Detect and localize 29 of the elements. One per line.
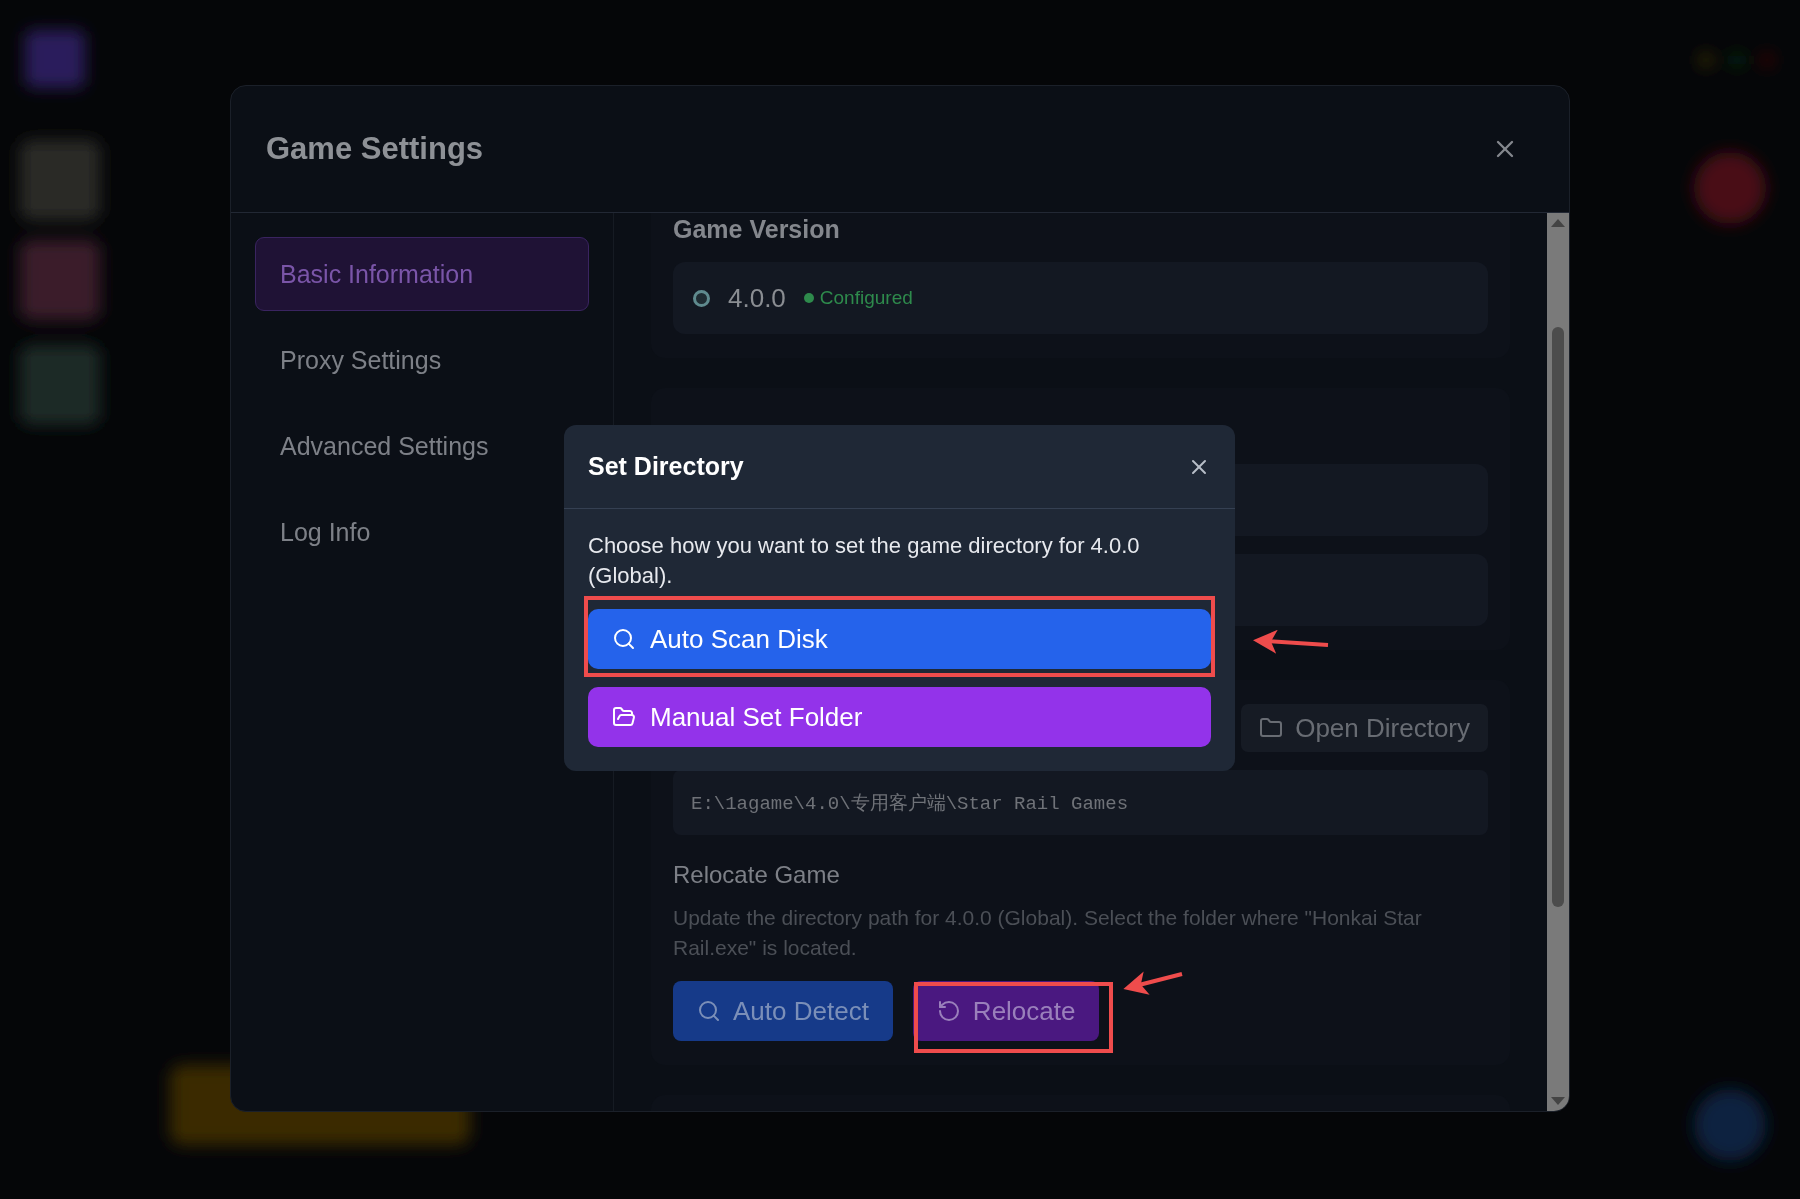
sidebar-item[interactable]: Proxy Settings	[255, 323, 589, 397]
auto-detect-button[interactable]: Auto Detect	[673, 981, 893, 1041]
description-text: Update the directory path for 4.0.0 (Global). Select the folder where "Honkai Star Rail.exe" is located.	[673, 905, 1423, 961]
folder-icon	[1259, 716, 1284, 740]
search-icon	[612, 627, 636, 651]
sidebar-item[interactable]: Basic Information	[255, 237, 589, 311]
dialog-message: Choose how you want to set the game directory for 4.0.0 (Global).	[588, 532, 1141, 590]
folder-icon	[612, 705, 636, 729]
dialog-title: Game Settings	[266, 131, 484, 167]
dialog-title: Set Directory	[588, 452, 744, 481]
rotate-icon	[936, 999, 961, 1023]
auto-scan-button[interactable]: Auto Scan Disk	[588, 609, 1211, 669]
path-field: E:\1agame\4.0\专用客户端\Star Rail Games	[673, 770, 1488, 835]
scroll-up-icon	[1551, 217, 1565, 227]
search-icon	[697, 999, 721, 1023]
radio-icon	[693, 289, 710, 307]
annotation-arrow	[1123, 971, 1183, 995]
manual-folder-button[interactable]: Manual Set Folder	[588, 687, 1211, 747]
relocate-button[interactable]: Relocate	[912, 981, 1100, 1041]
scroll-down-icon	[1551, 1097, 1565, 1107]
version-label: 4.0.0	[728, 282, 786, 314]
sidebar-item[interactable]: Advanced Settings	[255, 409, 589, 483]
sidebar-item[interactable]: Log Info	[255, 495, 589, 569]
open-directory-button[interactable]: Open Directory	[1241, 704, 1488, 752]
version-row[interactable]: 4.0.0 Configured	[673, 262, 1488, 334]
scrollbar[interactable]	[1547, 213, 1569, 1111]
section-heading: Relocate Game	[673, 861, 841, 889]
section-heading: Game Version	[673, 215, 841, 244]
status-label: Configured	[803, 287, 913, 309]
